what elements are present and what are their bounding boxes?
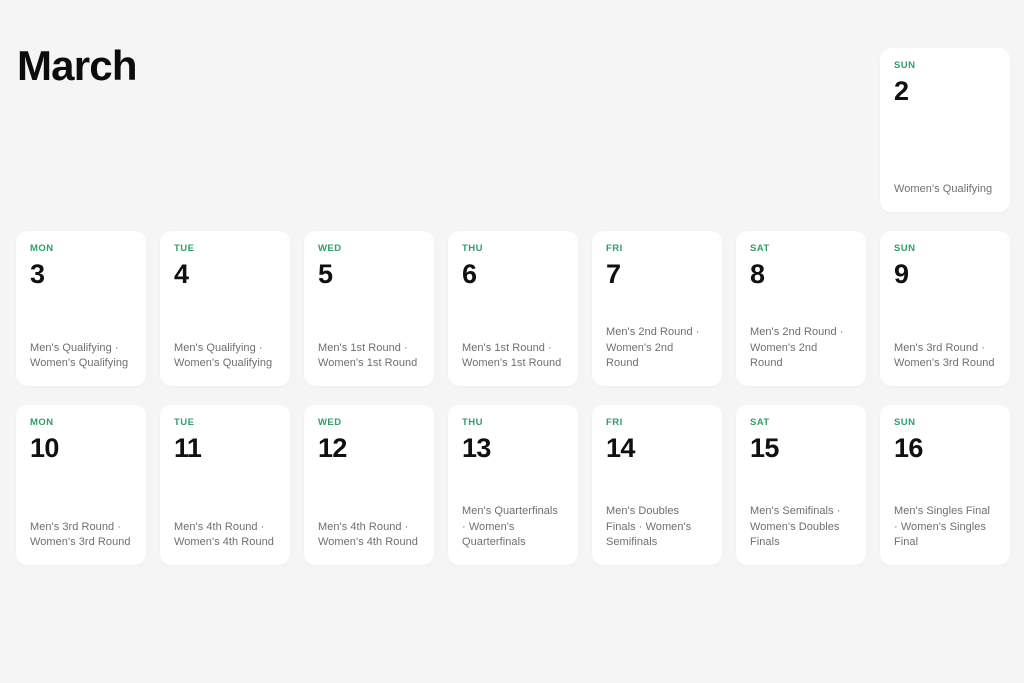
day-number: 2 [894, 75, 909, 106]
weekday-label: MON [30, 417, 54, 428]
weekday-label: MON [30, 243, 54, 254]
day-card-spacer [318, 462, 420, 520]
day-events-text: Men's Qualifying · Women's Qualifying [174, 341, 273, 370]
day-events-text: Men's 1st Round · Women's 1st Round [462, 341, 562, 370]
day-events-text: Men's 4th Round · Women's 4th Round [174, 520, 274, 549]
weekday-label: WED [318, 417, 342, 428]
day-card[interactable]: FRI 7 Men's 2nd Round · Women's 2nd Round [592, 231, 722, 386]
day-number: 9 [894, 258, 909, 289]
day-number: 4 [174, 258, 189, 289]
day-number: 16 [894, 432, 923, 463]
weekday-label: SAT [750, 417, 770, 428]
day-card[interactable]: MON 3 Men's Qualifying · Women's Qualifyin… [16, 231, 146, 386]
day-events-text: Men's Semifinals · Women's Doubles Final… [750, 505, 841, 549]
weekday-label: SAT [750, 243, 770, 254]
day-number: 10 [30, 432, 59, 463]
day-card[interactable]: TUE 11 Men's 4th Round · Women's 4th Round [160, 405, 290, 565]
day-card-spacer [462, 288, 564, 341]
day-card-spacer [750, 462, 852, 504]
weekday-label: FRI [606, 417, 623, 428]
day-card-spacer [894, 105, 996, 183]
calendar-empty-cell [592, 48, 722, 212]
weekday-label: SUN [894, 417, 916, 428]
day-events-text: Men's Quarterfinals · Women's Quarterfin… [462, 505, 558, 549]
day-number: 15 [750, 432, 779, 463]
weekday-label: WED [318, 243, 342, 254]
day-card[interactable]: WED 12 Men's 4th Round · Women's 4th Round [304, 405, 434, 565]
day-number: 12 [318, 432, 347, 463]
day-card-spacer [606, 462, 708, 504]
day-number: 3 [30, 258, 45, 289]
day-number: 8 [750, 258, 765, 289]
weekday-label: FRI [606, 243, 623, 254]
day-card-spacer [894, 462, 996, 504]
day-events-text: Men's 4th Round · Women's 4th Round [318, 520, 418, 549]
day-events-text: Men's Qualifying · Women's Qualifying [30, 341, 129, 370]
calendar-page: March SUN 2 Women's Qualifying MON 3 Men's Qu… [0, 0, 1024, 683]
calendar-empty-cell [448, 48, 578, 212]
day-card-spacer [462, 462, 564, 504]
day-number: 13 [462, 432, 491, 463]
day-number: 11 [174, 432, 202, 463]
day-card-spacer [30, 288, 132, 341]
day-card-spacer [174, 462, 276, 520]
day-number: 5 [318, 258, 333, 289]
day-card[interactable]: FRI 14 Men's Doubles Finals · Women's Semi… [592, 405, 722, 565]
calendar-grid: SUN 2 Women's Qualifying MON 3 Men's Qualifyi… [16, 48, 1010, 565]
weekday-label: TUE [174, 243, 195, 254]
day-card[interactable]: THU 6 Men's 1st Round · Women's 1st Round [448, 231, 578, 386]
day-card-spacer [606, 288, 708, 325]
day-events-text: Men's 1st Round · Women's 1st Round [318, 341, 418, 370]
day-number: 14 [606, 432, 635, 463]
weekday-label: SUN [894, 60, 916, 71]
day-card-spacer [174, 288, 276, 341]
day-card-spacer [750, 288, 852, 325]
day-card-spacer [894, 288, 996, 341]
day-card-spacer [30, 462, 132, 520]
day-events-text: Men's Doubles Finals · Women's Semifinal… [606, 505, 692, 549]
day-events-text: Women's Qualifying [894, 183, 993, 196]
calendar-empty-cell [736, 48, 866, 212]
weekday-label: SUN [894, 243, 916, 254]
weekday-label: THU [462, 243, 483, 254]
weekday-label: TUE [174, 417, 195, 428]
calendar-empty-cell [16, 48, 146, 212]
day-events-text: Men's 3rd Round · Women's 3rd Round [894, 341, 995, 370]
day-events-text: Men's Singles Final · Women's Singles Fi… [894, 505, 990, 549]
day-card[interactable]: MON 10 Men's 3rd Round · Women's 3rd Round [16, 405, 146, 565]
day-card[interactable]: WED 5 Men's 1st Round · Women's 1st Round [304, 231, 434, 386]
day-events-text: Men's 2nd Round · Women's 2nd Round [750, 326, 844, 370]
day-card[interactable]: THU 13 Men's Quarterfinals · Women's Quart… [448, 405, 578, 565]
day-card[interactable]: SAT 8 Men's 2nd Round · Women's 2nd Round [736, 231, 866, 386]
day-card-spacer [318, 288, 420, 341]
day-card[interactable]: SUN 9 Men's 3rd Round · Women's 3rd Round [880, 231, 1010, 386]
day-events-text: Men's 3rd Round · Women's 3rd Round [30, 520, 131, 549]
day-card[interactable]: SUN 16 Men's Singles Final · Women's Singl… [880, 405, 1010, 565]
day-card[interactable]: SUN 2 Women's Qualifying [880, 48, 1010, 212]
day-number: 6 [462, 258, 477, 289]
day-number: 7 [606, 258, 621, 289]
day-card[interactable]: SAT 15 Men's Semifinals · Women's Doubles … [736, 405, 866, 565]
day-events-text: Men's 2nd Round · Women's 2nd Round [606, 326, 700, 370]
day-card[interactable]: TUE 4 Men's Qualifying · Women's Qualifyin… [160, 231, 290, 386]
calendar-empty-cell [304, 48, 434, 212]
weekday-label: THU [462, 417, 483, 428]
calendar-empty-cell [160, 48, 290, 212]
